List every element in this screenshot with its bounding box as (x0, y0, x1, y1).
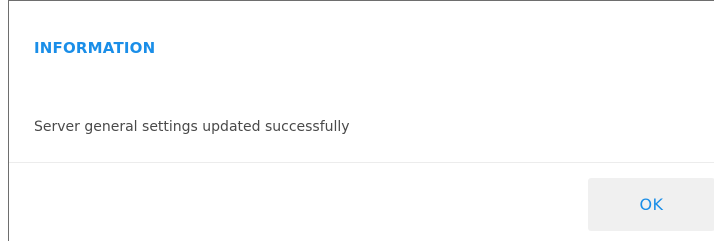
dialog-title: INFORMATION (34, 39, 156, 57)
information-dialog: INFORMATION Server general settings upda… (8, 0, 714, 241)
dialog-footer-divider (9, 162, 714, 163)
dialog-message: Server general settings updated successf… (34, 119, 350, 135)
ok-button[interactable]: OK (588, 178, 714, 231)
